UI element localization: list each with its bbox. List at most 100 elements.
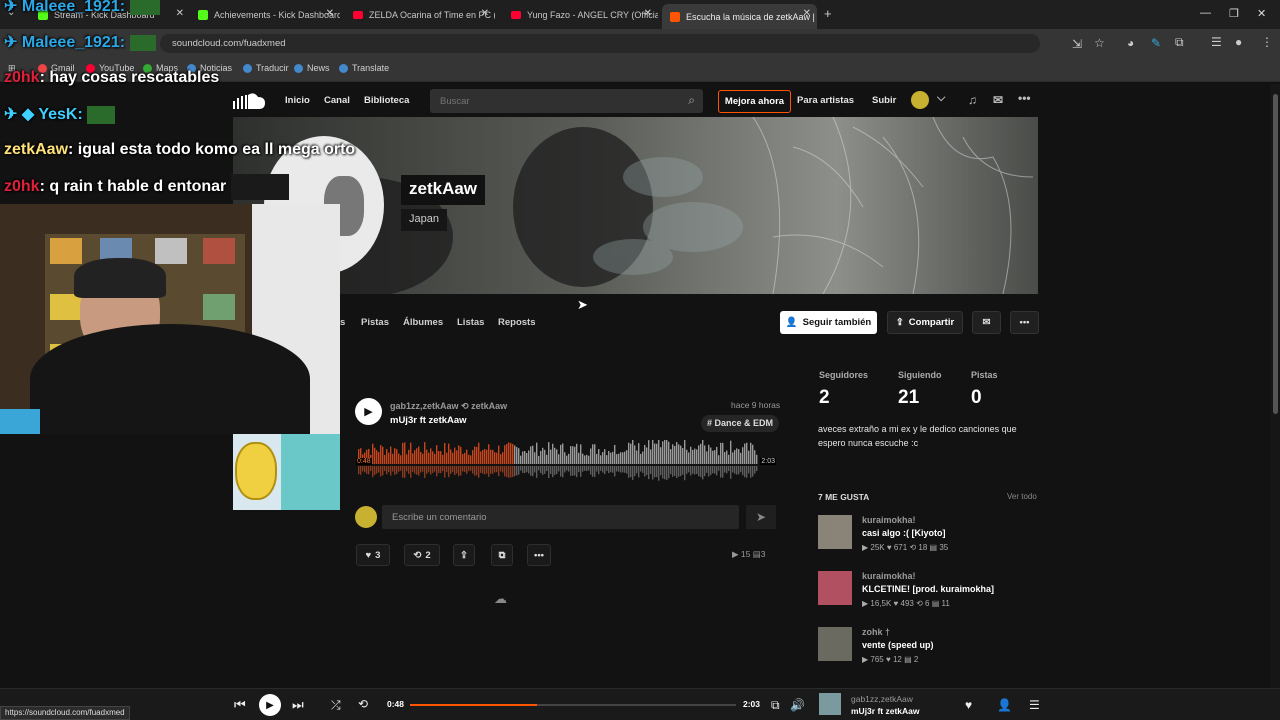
- waveform-reflection-bar: [512, 466, 514, 478]
- tab-youtube-yungfazo[interactable]: Yung Fazo - ANGEL CRY (Officia... ✕: [503, 4, 658, 26]
- bookmark-news[interactable]: News: [294, 63, 330, 73]
- track-title[interactable]: mUj3r ft zetkAaw: [390, 415, 467, 426]
- nav-upload[interactable]: Subir: [872, 95, 896, 106]
- omnibox[interactable]: soundcloud.com/fuadxmed: [160, 34, 1040, 53]
- upgrade-button[interactable]: Mejora ahora: [718, 90, 791, 113]
- queue-icon[interactable]: ☰: [1029, 698, 1040, 712]
- follow-button[interactable]: 👤 Seguir también: [780, 311, 877, 334]
- search-icon[interactable]: ⌕: [688, 93, 695, 108]
- nav-feed[interactable]: Canal: [324, 95, 350, 106]
- send-comment-button[interactable]: ➤: [746, 505, 776, 529]
- followers-label[interactable]: Seguidores: [819, 370, 868, 380]
- reposted-by[interactable]: zetkAaw: [471, 401, 507, 411]
- tab-soundcloud[interactable]: Escucha la música de zetkAaw | ✕: [662, 4, 817, 29]
- followers-count[interactable]: 2: [819, 387, 830, 409]
- liked-title[interactable]: vente (speed up): [862, 640, 934, 650]
- track-artwork[interactable]: [818, 515, 852, 549]
- close-icon[interactable]: ✕: [326, 8, 334, 19]
- new-tab-button[interactable]: +: [824, 6, 832, 21]
- genre-tag[interactable]: # Dance & EDM: [701, 415, 780, 432]
- track-artwork[interactable]: [818, 571, 852, 605]
- more-options-icon[interactable]: •••: [1018, 91, 1031, 105]
- messages-mail-icon[interactable]: ✉: [993, 93, 1003, 107]
- more-button[interactable]: •••: [1010, 311, 1039, 334]
- player-artwork[interactable]: [819, 693, 841, 715]
- bookmark-traducir[interactable]: Traducir: [243, 63, 289, 73]
- share-button[interactable]: ⇪: [453, 544, 475, 566]
- liked-track[interactable]: kuraimokha! KLCETINE! [prod. kuraimokha]…: [818, 571, 1038, 611]
- bookmark-star-icon[interactable]: ☆: [1094, 36, 1105, 50]
- nav-for-artists[interactable]: Para artistas: [797, 95, 854, 106]
- player-progress-track[interactable]: [410, 704, 736, 706]
- tab-reposts[interactable]: Reposts: [498, 317, 535, 328]
- copy-link-button[interactable]: ⧉: [491, 544, 513, 566]
- track-user-name[interactable]: gab1zz,zetkAaw: [390, 401, 459, 411]
- soundcloud-logo-icon[interactable]: [232, 91, 266, 111]
- liked-title[interactable]: casi algo :( [Kiyoto]: [862, 528, 946, 538]
- cast-icon[interactable]: ⧉: [771, 698, 780, 713]
- comment-input[interactable]: Escribe un comentario: [382, 505, 739, 529]
- comment-count: 3: [760, 549, 766, 559]
- heart-icon[interactable]: ♥: [965, 698, 972, 712]
- browser-menu-icon[interactable]: ⋮: [1261, 35, 1273, 49]
- notifications-bell-icon[interactable]: ♫: [968, 93, 977, 107]
- user-avatar[interactable]: [911, 91, 929, 109]
- maximize-icon[interactable]: ❐: [1229, 7, 1239, 20]
- reading-list-icon[interactable]: ☰: [1211, 35, 1222, 49]
- extension-icon[interactable]: ✎: [1151, 36, 1161, 50]
- search-input[interactable]: [430, 89, 660, 113]
- minimize-icon[interactable]: —: [1200, 7, 1211, 19]
- tab-albums[interactable]: Álbumes: [403, 317, 443, 328]
- player-artist[interactable]: gab1zz,zetkAaw: [851, 694, 913, 704]
- close-icon[interactable]: ✕: [803, 8, 811, 19]
- liked-title[interactable]: KLCETINE! [prod. kuraimokha]: [862, 584, 994, 594]
- message-button[interactable]: ✉: [972, 311, 1001, 334]
- install-icon[interactable]: ⇲: [1072, 37, 1082, 51]
- liked-track[interactable]: kuraimokha! casi algo :( [Kiyoto] ▶ 25K …: [818, 515, 1038, 555]
- liked-track[interactable]: zohk † vente (speed up) ▶ 765 ♥ 12 ▤ 2: [818, 627, 1038, 667]
- track-user[interactable]: gab1zz,zetkAaw ⟲ zetkAaw: [390, 401, 507, 412]
- see-all-link[interactable]: Ver todo: [1007, 492, 1037, 501]
- tab-all[interactable]: s: [340, 317, 345, 328]
- share-button[interactable]: ⇪ Compartir: [887, 311, 963, 334]
- following-count[interactable]: 21: [898, 387, 919, 409]
- tab-kick-achievements[interactable]: Achievements - Kick Dashboard ✕: [190, 4, 340, 26]
- follow-user-icon[interactable]: 👤: [997, 698, 1012, 712]
- more-button[interactable]: •••: [527, 544, 551, 566]
- close-window-icon[interactable]: ✕: [1257, 7, 1266, 20]
- tab-youtube-zelda[interactable]: ZELDA Ocarina of Time en PC (... ✕: [345, 4, 495, 26]
- player-title[interactable]: mUj3r ft zetkAaw: [851, 706, 920, 716]
- repeat-icon[interactable]: ⟲: [358, 697, 368, 711]
- tab-tracks[interactable]: Pistas: [361, 317, 389, 328]
- tracks-count[interactable]: 0: [971, 387, 982, 409]
- following-label[interactable]: Siguiendo: [898, 370, 942, 380]
- track-play-button[interactable]: ▶: [355, 398, 382, 425]
- close-icon[interactable]: ✕: [644, 8, 652, 19]
- volume-icon[interactable]: 🔊: [790, 698, 805, 712]
- like-button[interactable]: ♥ 3: [356, 544, 390, 566]
- extensions-puzzle-icon[interactable]: ⧉: [1175, 35, 1184, 50]
- profile-avatar-icon[interactable]: ●: [1235, 35, 1242, 49]
- liked-artist[interactable]: kuraimokha!: [862, 515, 916, 525]
- player-play-button[interactable]: ▶: [259, 694, 281, 716]
- waveform-bar: [476, 446, 478, 464]
- close-icon[interactable]: ✕: [176, 8, 184, 19]
- shuffle-icon[interactable]: ⤮: [331, 698, 341, 713]
- chevron-down-icon[interactable]: ⌵: [937, 92, 945, 105]
- liked-artist[interactable]: kuraimokha!: [862, 571, 916, 581]
- tab-playlists[interactable]: Listas: [457, 317, 484, 328]
- page-scrollbar[interactable]: [1270, 84, 1280, 688]
- bookmark-translate[interactable]: Translate: [339, 63, 389, 73]
- nav-library[interactable]: Biblioteca: [364, 95, 409, 106]
- extension-icon[interactable]: ◕: [1127, 36, 1134, 50]
- tracks-label[interactable]: Pistas: [971, 370, 998, 380]
- track-artwork[interactable]: [818, 627, 852, 661]
- scrollbar-thumb[interactable]: [1273, 94, 1278, 414]
- liked-artist[interactable]: zohk †: [862, 627, 890, 637]
- nav-home[interactable]: Inicio: [285, 95, 310, 106]
- previous-track-icon[interactable]: ⏮: [234, 697, 246, 713]
- track-waveform[interactable]: 0:48 2:03: [356, 437, 776, 486]
- repost-button[interactable]: ⟲ 2: [404, 544, 440, 566]
- close-icon[interactable]: ✕: [481, 8, 489, 19]
- next-track-icon[interactable]: ⏭: [292, 697, 304, 713]
